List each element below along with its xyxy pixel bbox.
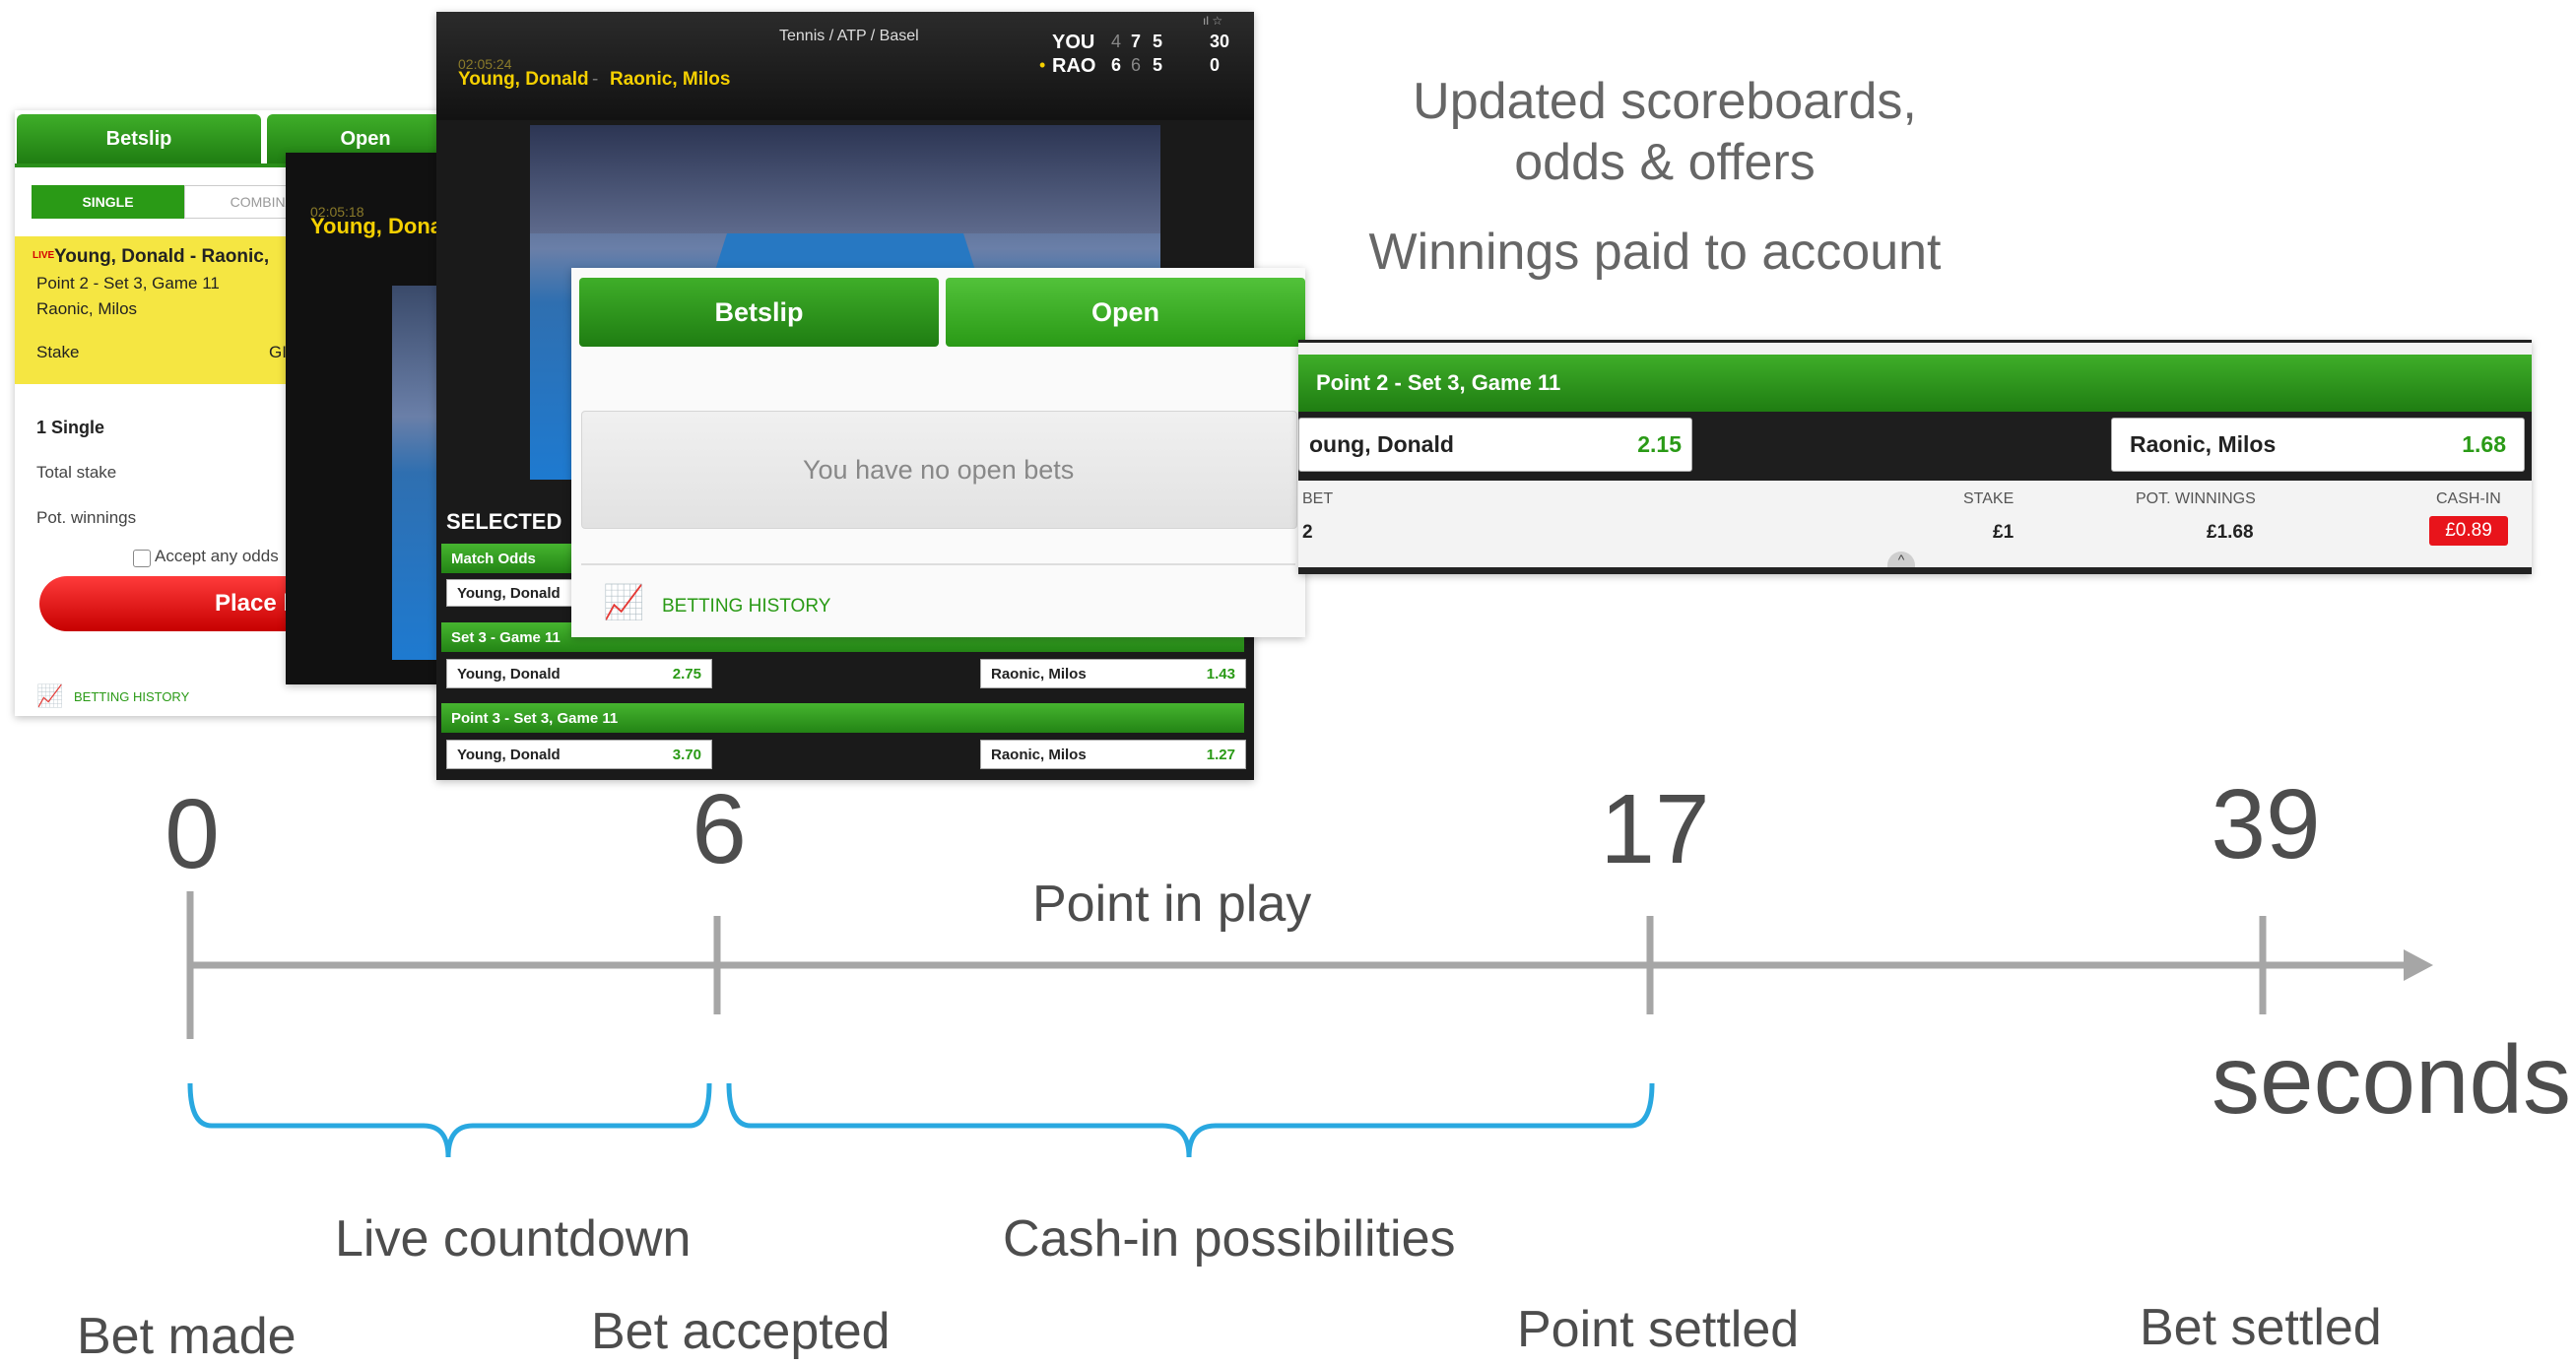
unit-label: seconds bbox=[2212, 1025, 2572, 1134]
brace-cash-in bbox=[726, 1082, 1655, 1158]
event-bet-made: Bet made bbox=[77, 1308, 297, 1365]
cash-in-label: Cash-in possibilities bbox=[1003, 1210, 1456, 1268]
event-bet-accepted: Bet accepted bbox=[591, 1303, 891, 1360]
live-countdown-label: Live countdown bbox=[335, 1210, 692, 1268]
tick-label-39: 39 bbox=[2211, 769, 2321, 879]
point-in-play-label: Point in play bbox=[1032, 876, 1312, 933]
brace-live-countdown bbox=[187, 1082, 712, 1158]
tick-label-0: 0 bbox=[165, 779, 220, 889]
tick-label-6: 6 bbox=[692, 774, 747, 884]
event-bet-settled: Bet settled bbox=[2140, 1299, 2382, 1356]
timeline-svg bbox=[186, 891, 2433, 1158]
timeline-arrowhead bbox=[2404, 949, 2433, 981]
event-point-settled: Point settled bbox=[1517, 1301, 1800, 1358]
tick-label-17: 17 bbox=[1600, 774, 1710, 884]
